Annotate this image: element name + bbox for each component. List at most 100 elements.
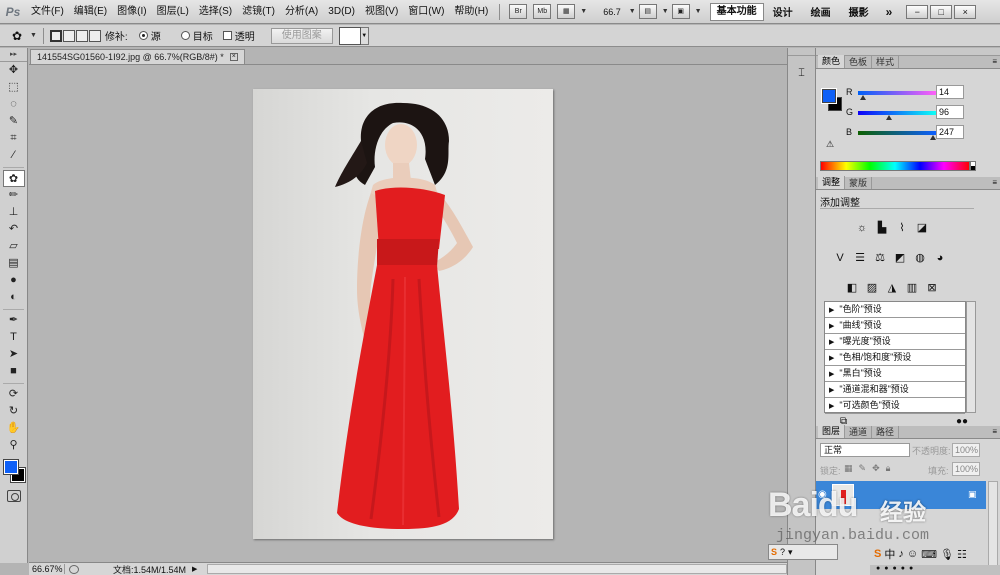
expand-triangle-icon[interactable]: ▶ [829,403,834,410]
levels-icon[interactable]: ▙ [874,220,890,236]
pattern-picker[interactable] [338,26,361,45]
lock-position-icon[interactable]: ✥ [872,463,880,474]
menu-view[interactable]: 视图(V) [360,0,403,24]
menu-filter[interactable]: 滤镜(T) [237,0,280,24]
ime-keyboard-icon[interactable]: ⌨ [921,548,937,561]
lock-all-icon[interactable]: 🔒︎ [886,463,891,474]
pen-tool-icon[interactable]: ✒ [3,312,25,329]
ime-menu-icon[interactable]: ▾ [788,547,793,558]
arrange-documents-icon[interactable]: ▤ [638,4,657,19]
gradient-map-icon[interactable]: ▥ [904,280,920,296]
status-info-icon[interactable] [69,564,79,574]
patch-tool-preset-icon[interactable]: ✿ [6,28,28,44]
tray-icon[interactable]: ● [909,565,913,575]
preset-curves[interactable]: ▶ "曲线"预设 [825,318,965,334]
channel-mixer-icon[interactable]: ◕ [932,250,948,266]
foreground-color-swatch[interactable] [821,88,837,104]
ime-voice-icon[interactable]: 🎙︎ [940,548,954,561]
hand-tool-icon[interactable]: ✋ [3,420,25,437]
tab-paths[interactable]: 路径 [872,426,900,438]
workspace-essentials-button[interactable]: 基本功能 [709,2,764,21]
panel-menu-icon[interactable]: ≡ [992,57,997,66]
brush-tool-icon[interactable]: ✏ [3,187,25,204]
preset-scrollbar[interactable] [966,301,976,413]
extras-grid-icon[interactable]: ▦ [557,4,576,19]
tab-color[interactable]: 颜色 [818,55,846,68]
menu-image[interactable]: 图像(I) [112,0,151,24]
intersect-selection-icon[interactable] [88,29,101,42]
horizontal-scrollbar[interactable] [207,564,787,574]
toolbox-collapse-icon[interactable]: ▸▸ [0,48,27,62]
chevron-right-icon[interactable]: ▶ [192,565,197,573]
path-select-tool-icon[interactable]: ➤ [3,346,25,363]
eraser-tool-icon[interactable]: ▱ [3,238,25,255]
mini-bridge-button[interactable]: Mb [533,4,552,19]
zoom-tool-icon[interactable]: ⚲ [3,437,25,454]
sogou-icon[interactable]: S [874,548,881,560]
hue-saturation-icon[interactable]: ☰ [852,250,868,266]
menu-layer[interactable]: 图层(L) [152,0,194,24]
brightness-contrast-icon[interactable]: ☼ [854,220,870,236]
patch-tool-icon[interactable]: ✿ [2,170,25,187]
preset-exposure[interactable]: ▶ "曝光度"预设 [825,334,965,350]
vibrance-icon[interactable]: V [832,250,848,266]
marquee-tool-icon[interactable]: ⬚ [3,79,25,96]
chevron-down-icon[interactable]: ▼ [629,8,636,15]
chevron-down-icon[interactable]: ▼ [30,32,37,39]
tab-swatches[interactable]: 色板 [845,56,873,68]
menu-file[interactable]: 文件(F) [26,0,69,24]
curves-icon[interactable]: ⌇ [894,220,910,236]
menu-3d[interactable]: 3D(D) [323,0,360,24]
lock-transparency-icon[interactable]: ▦ [844,463,853,474]
menu-analysis[interactable]: 分析(A) [280,0,323,24]
color-spectrum-ramp[interactable] [820,161,970,171]
history-brush-tool-icon[interactable]: ↶ [3,221,25,238]
posterize-icon[interactable]: ▨ [864,280,880,296]
close-button[interactable]: × [954,4,977,19]
minimize-button[interactable]: − [906,4,929,19]
menu-select[interactable]: 选择(S) [194,0,237,24]
lasso-tool-icon[interactable]: ◌ [3,96,25,113]
preset-hue-saturation[interactable]: ▶ "色相/饱和度"预设 [825,350,965,366]
red-track[interactable] [858,91,936,95]
expand-triangle-icon[interactable]: ▶ [829,355,834,362]
maximize-button[interactable]: □ [930,4,953,19]
3d-orbit-tool-icon[interactable]: ↻ [3,403,25,420]
blue-track[interactable] [858,131,936,135]
tab-layers[interactable]: 图层 [818,425,846,438]
document-image[interactable] [253,89,553,539]
fill-input[interactable]: 100% [952,462,980,476]
menu-help[interactable]: 帮助(H) [449,0,493,24]
green-handle[interactable] [886,115,892,120]
chevron-down-icon[interactable]: ▼ [580,8,587,15]
transparent-checkbox[interactable] [222,31,232,40]
canvas-area[interactable] [29,64,787,562]
red-value-input[interactable]: 14 [936,85,964,99]
shape-tool-icon[interactable]: ■ [3,363,25,380]
clone-stamp-tool-icon[interactable]: ⊥ [3,204,25,221]
expand-triangle-icon[interactable]: ▶ [829,339,834,346]
expand-triangle-icon[interactable]: ▶ [829,371,834,378]
menu-window[interactable]: 窗口(W) [403,0,449,24]
screen-mode-icon[interactable]: ▣ [671,4,690,19]
tab-styles[interactable]: 样式 [872,56,900,68]
dodge-tool-icon[interactable]: ◐ [3,289,25,306]
expand-triangle-icon[interactable]: ▶ [829,387,834,394]
preset-channel-mixer[interactable]: ▶ "通道混和器"预设 [825,382,965,398]
ime-settings-icon[interactable]: ☷ [957,548,967,561]
green-track[interactable] [858,111,936,115]
ime-chinese-mode[interactable]: 中 [884,546,895,562]
green-value-input[interactable]: 96 [936,105,964,119]
3d-rotate-tool-icon[interactable]: ⟳ [3,386,25,403]
lock-pixels-icon[interactable]: ✎ [859,463,867,474]
ime-emoji-icon[interactable]: ☺ [907,548,918,560]
foreground-color-swatch[interactable] [2,459,19,475]
color-balance-icon[interactable]: ⚖ [872,250,888,266]
gradient-tool-icon[interactable]: ▤ [3,255,25,272]
bridge-button[interactable]: Br [509,4,528,19]
out-of-gamut-warning-icon[interactable]: ⚠ [826,139,834,150]
tray-icon[interactable]: ● [884,565,888,575]
workspace-photography[interactable]: 摄影 [840,4,878,19]
history-panel-icon[interactable]: ⌶ [792,64,812,82]
workspace-more-icon[interactable]: » [878,5,901,19]
